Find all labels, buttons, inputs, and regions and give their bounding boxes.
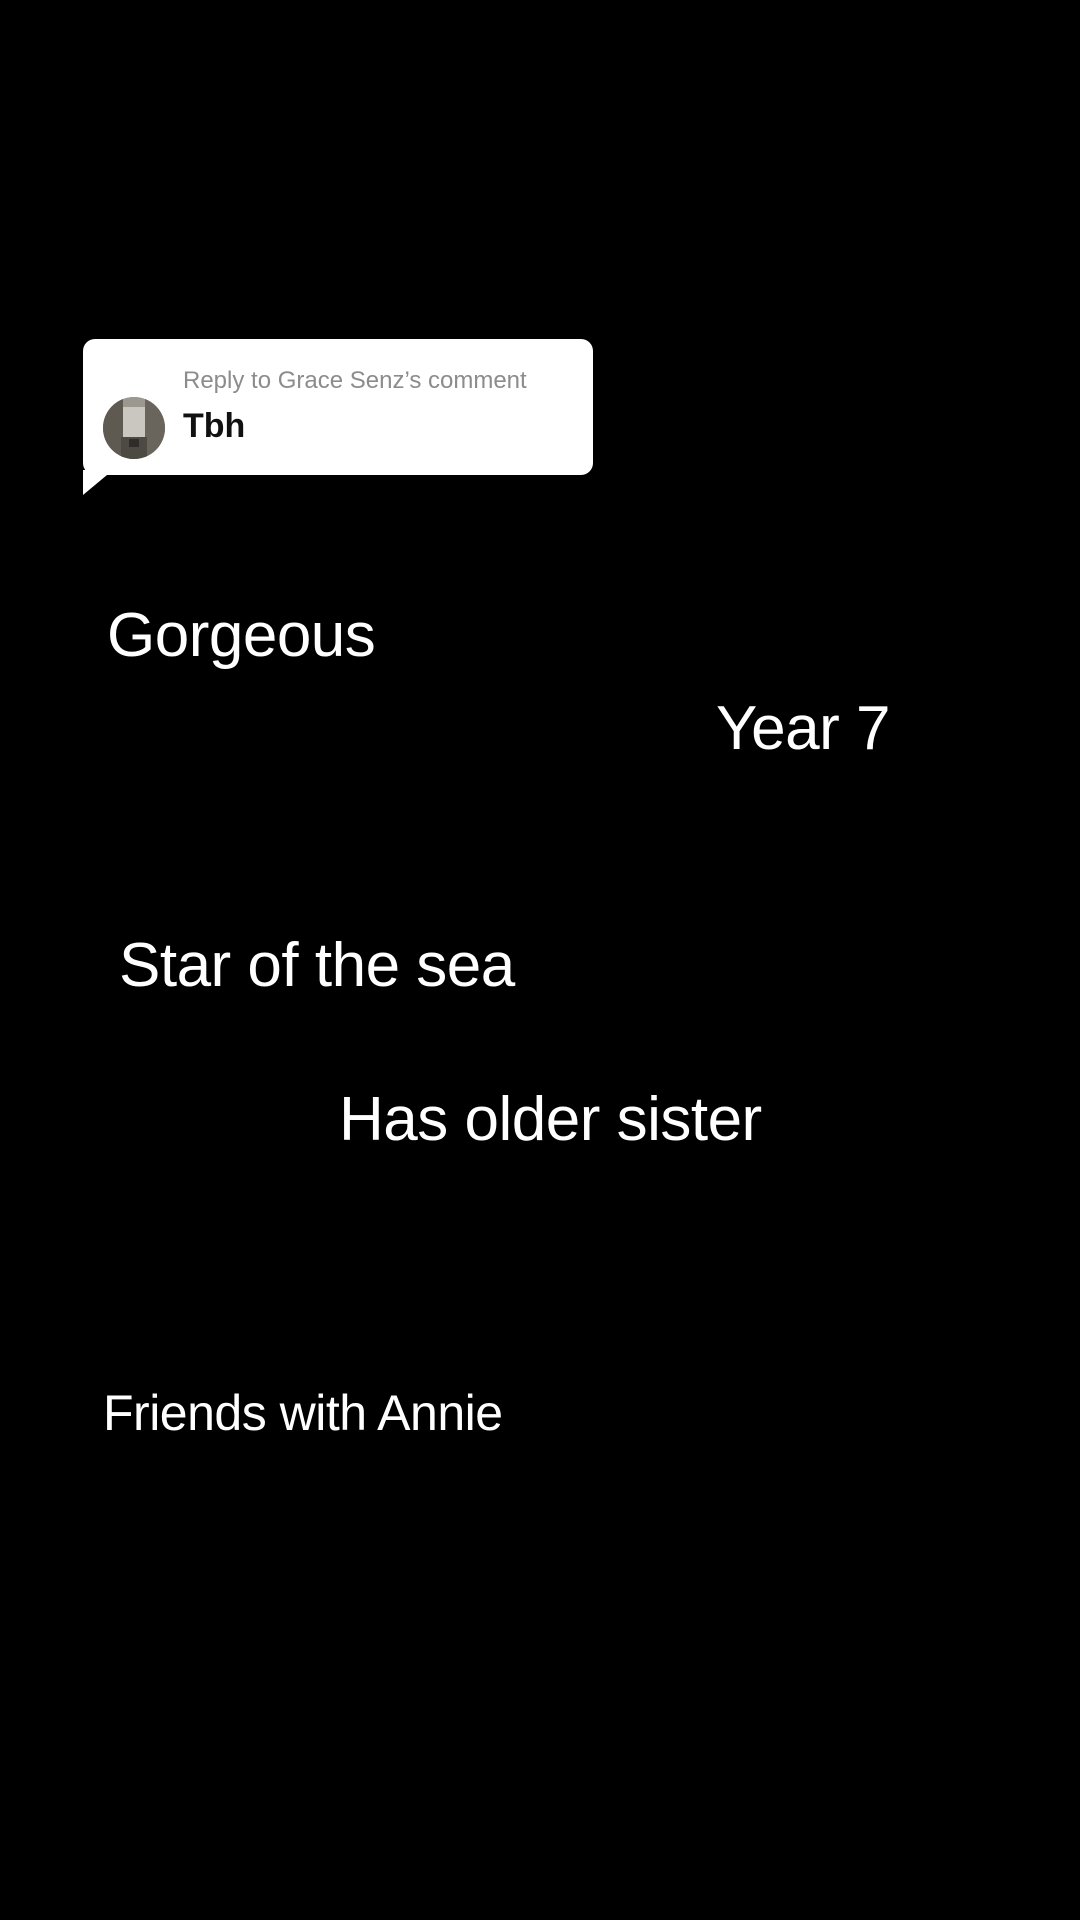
video-canvas: Reply to Grace Senz’s comment Tbh Gorgeo… xyxy=(0,0,1080,1920)
reply-comment-text: Tbh xyxy=(183,407,246,445)
reply-comment-bubble[interactable]: Reply to Grace Senz’s comment Tbh xyxy=(83,339,593,475)
overlay-text-friends: Friends with Annie xyxy=(103,1385,503,1441)
avatar[interactable] xyxy=(103,397,165,459)
reply-header: Reply to Grace Senz’s comment xyxy=(183,367,527,394)
avatar-photo-icon xyxy=(103,397,165,459)
overlay-text-star: Star of the sea xyxy=(119,931,515,1000)
overlay-text-gorgeous: Gorgeous xyxy=(107,601,376,670)
overlay-text-sister: Has older sister xyxy=(339,1085,762,1154)
bubble-tail xyxy=(83,470,113,495)
overlay-text-year: Year 7 xyxy=(716,694,890,763)
